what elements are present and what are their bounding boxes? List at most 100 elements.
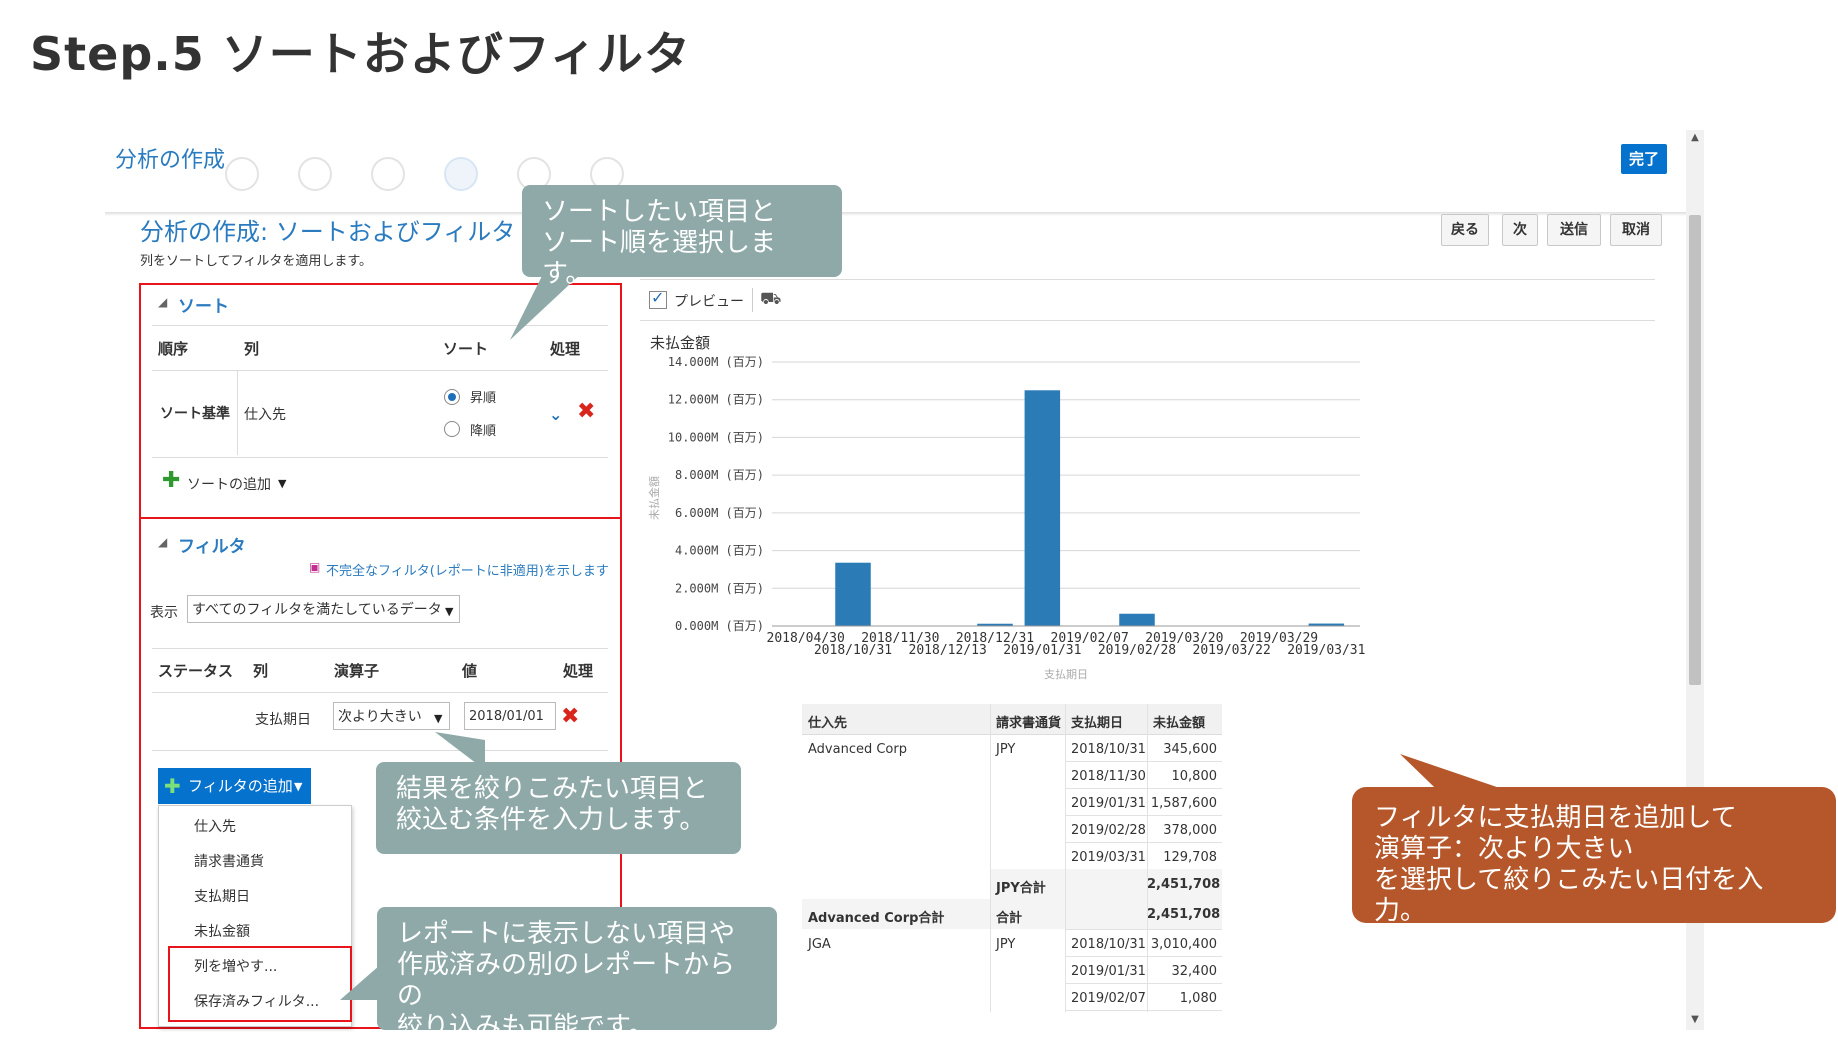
incomplete-filter-icon: ▣ (309, 560, 320, 574)
scroll-down-icon[interactable]: ▼ (1686, 1012, 1704, 1028)
operator-select-value: 次より大きい (338, 709, 422, 725)
back-button[interactable]: 戻る (1441, 214, 1489, 246)
filter-header-column: 列 (253, 660, 268, 681)
y-tick-label: 8.000M (百万) (675, 468, 764, 482)
next-button[interactable]: 次 (1502, 214, 1538, 246)
callout-filter: 結果を絞りこみたい項目と 絞込む条件を入力します。 (376, 762, 741, 854)
bar (835, 563, 871, 626)
table-cell-date: 2019/03/31 (1071, 850, 1147, 865)
add-icon[interactable]: ✚ (162, 468, 180, 493)
y-axis-label: 未払金額 (647, 476, 661, 520)
table-header-cell: 未払金額 (1153, 712, 1218, 731)
table-cell-date: 2018/10/31 (1071, 742, 1147, 757)
delete-sort-icon[interactable]: ✖ (577, 399, 595, 424)
y-tick-label: 4.000M (百万) (675, 544, 764, 558)
table-cell-amount: 345,600 (1147, 742, 1217, 757)
refresh-preview-icon[interactable]: ⛟ (760, 289, 781, 311)
page-subtitle: 分析の作成: ソートおよびフィルタ (140, 212, 515, 247)
preview-checkbox[interactable]: ✓ (649, 291, 667, 309)
y-tick-label: 6.000M (百万) (675, 506, 764, 520)
table-header-cell: 支払期日 (1071, 712, 1143, 731)
table-row (1065, 983, 1222, 984)
bar (1119, 614, 1155, 626)
table-column-divider (1065, 704, 1066, 1012)
divider (152, 457, 608, 458)
display-label: 表示 (150, 602, 178, 622)
table-cell-amount: 3,010,400 (1147, 937, 1217, 952)
table-cell-currency: JPY (996, 742, 1068, 757)
divider (152, 370, 608, 371)
table-cell-date: 2019/01/31 (1071, 796, 1147, 811)
filter-value-text: 2018/01/01 (469, 709, 544, 724)
table-row (1065, 842, 1222, 843)
table-cell-amount: 10,800 (1147, 769, 1217, 784)
desc-radio[interactable] (444, 421, 460, 437)
scrollbar-thumb[interactable] (1689, 215, 1701, 685)
sort-header-order: 順序 (158, 338, 188, 359)
dropdown-icon: ▼ (294, 769, 302, 805)
display-select-value: すべてのフィルタを満たしているデータ (192, 602, 442, 618)
x-axis-label: 支払期日 (1044, 667, 1088, 681)
divider (640, 320, 1655, 321)
filter-header-value: 値 (462, 660, 477, 681)
menu-item-vendor[interactable]: 仕入先 (194, 816, 236, 836)
menu-item-currency[interactable]: 請求書通貨 (194, 851, 264, 871)
table-cell-date: 2019/02/28 (1071, 823, 1147, 838)
submit-button[interactable]: 送信 (1547, 214, 1601, 246)
bar-chart: 未払金額0.000M (百万)2.000M (百万)4.000M (百万)6.0… (640, 328, 1380, 698)
incomplete-filter-note: 不完全なフィルタ(レポートに非適用)を示します (326, 560, 609, 579)
collapse-icon[interactable]: ◢ (158, 535, 167, 549)
add-filter-button[interactable]: ✚ フィルタの追加 ▼ (158, 768, 311, 804)
table-row (1065, 1010, 1222, 1011)
chevron-down-icon[interactable]: ▼ (445, 605, 453, 618)
filter-value-input[interactable]: 2018/01/01 (464, 702, 556, 730)
menu-item-amount[interactable]: 未払金額 (194, 921, 250, 941)
display-select[interactable]: すべてのフィルタを満たしているデータ (187, 595, 460, 623)
y-tick-label: 14.000M (百万) (668, 355, 764, 369)
train-step[interactable] (298, 157, 332, 191)
callout-sort: ソートしたい項目と ソート順を選択します。 (522, 185, 842, 277)
asc-radio[interactable] (444, 389, 460, 405)
table-cell-amount: 378,000 (1147, 823, 1217, 838)
table-row (1065, 788, 1222, 789)
done-button[interactable]: 完了 (1621, 144, 1667, 174)
table-cell-amount: 129,708 (1147, 850, 1217, 865)
table-row (1065, 761, 1222, 762)
add-icon: ✚ (164, 768, 181, 804)
table-row (1065, 956, 1222, 957)
sort-chevron-icon[interactable]: ⌄ (549, 405, 562, 424)
sort-row-order: ソート基準 (160, 403, 230, 423)
dropdown-icon[interactable]: ▼ (278, 477, 286, 490)
chevron-down-icon[interactable]: ▼ (434, 712, 442, 725)
add-filter-label: フィルタの追加 (188, 768, 293, 804)
table-column-divider (990, 704, 991, 1012)
train-step-current[interactable] (444, 157, 478, 191)
cancel-button[interactable]: 取消 (1610, 214, 1662, 246)
menu-item-due-date[interactable]: 支払期日 (194, 886, 250, 906)
table-cell-date: 2018/10/31 (1071, 937, 1147, 952)
table-row (1065, 929, 1222, 930)
sort-header-sort: ソート (443, 338, 488, 359)
x-tick-label: 2019/03/31 (1287, 643, 1365, 658)
table-cell-amount: 2,451,708 (1147, 877, 1217, 892)
callout-more: レポートに表示しない項目や 作成済みの別のレポートからの 絞り込みも可能です。 (377, 907, 777, 1030)
filter-section-title: フィルタ (178, 532, 246, 557)
y-tick-label: 12.000M (百万) (668, 393, 764, 407)
filter-header-action: 処理 (563, 660, 593, 681)
page-description: 列をソートしてフィルタを適用します。 (140, 250, 372, 269)
train-step[interactable] (371, 157, 405, 191)
preview-label: プレビュー (674, 291, 744, 311)
train-step[interactable] (225, 157, 259, 191)
sort-section-title: ソート (178, 292, 229, 317)
collapse-icon[interactable]: ◢ (158, 295, 167, 309)
divider (752, 288, 753, 312)
asc-label: 昇順 (470, 387, 496, 406)
delete-filter-icon[interactable]: ✖ (561, 704, 579, 729)
sort-row-column: 仕入先 (244, 404, 286, 424)
callout-date: フィルタに支払期日を追加して 演算子：次より大きい を選択して絞りこみたい日付を… (1352, 787, 1836, 923)
operator-select[interactable]: 次より大きい (333, 702, 450, 730)
table-cell-amount: 1,080 (1147, 991, 1217, 1006)
table-cell-vendor: JGA (808, 937, 988, 952)
add-sort-link[interactable]: ソートの追加 (187, 474, 271, 494)
scroll-up-icon[interactable]: ▲ (1686, 130, 1704, 146)
